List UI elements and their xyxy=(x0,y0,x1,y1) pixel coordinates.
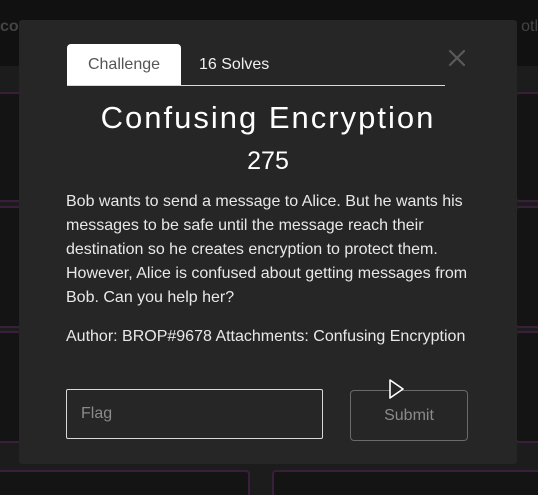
background-challenge-card xyxy=(515,92,538,202)
background-challenge-card xyxy=(515,331,538,443)
challenge-description: Bob wants to send a message to Alice. Bu… xyxy=(66,193,468,306)
tab-challenge[interactable]: Challenge xyxy=(67,44,181,85)
challenge-points: 275 xyxy=(247,147,289,175)
mouse-cursor-icon xyxy=(388,378,406,400)
author-label: Author: BROP#9678 xyxy=(66,328,212,345)
flag-input[interactable] xyxy=(66,389,323,439)
attachment-link[interactable]: Confusing Encryption xyxy=(313,328,465,345)
close-icon[interactable] xyxy=(447,48,467,68)
challenge-title: Confusing Encryption xyxy=(100,100,436,135)
background-challenge-card xyxy=(515,206,538,328)
background-challenge-card xyxy=(272,470,538,495)
challenge-modal: Challenge 16 Solves Confusing Encryption… xyxy=(19,20,517,464)
attachments-label: Attachments: xyxy=(215,328,309,345)
background-brand: co xyxy=(0,18,19,35)
tab-solves[interactable]: 16 Solves xyxy=(199,44,269,85)
submit-button[interactable]: Submit xyxy=(350,390,468,441)
challenge-meta: Author: BROP#9678 Attachments: Confusing… xyxy=(66,325,486,349)
modal-tabs: Challenge 16 Solves xyxy=(67,44,445,86)
background-challenge-card xyxy=(0,470,250,495)
background-nav-link: otl xyxy=(521,18,538,35)
